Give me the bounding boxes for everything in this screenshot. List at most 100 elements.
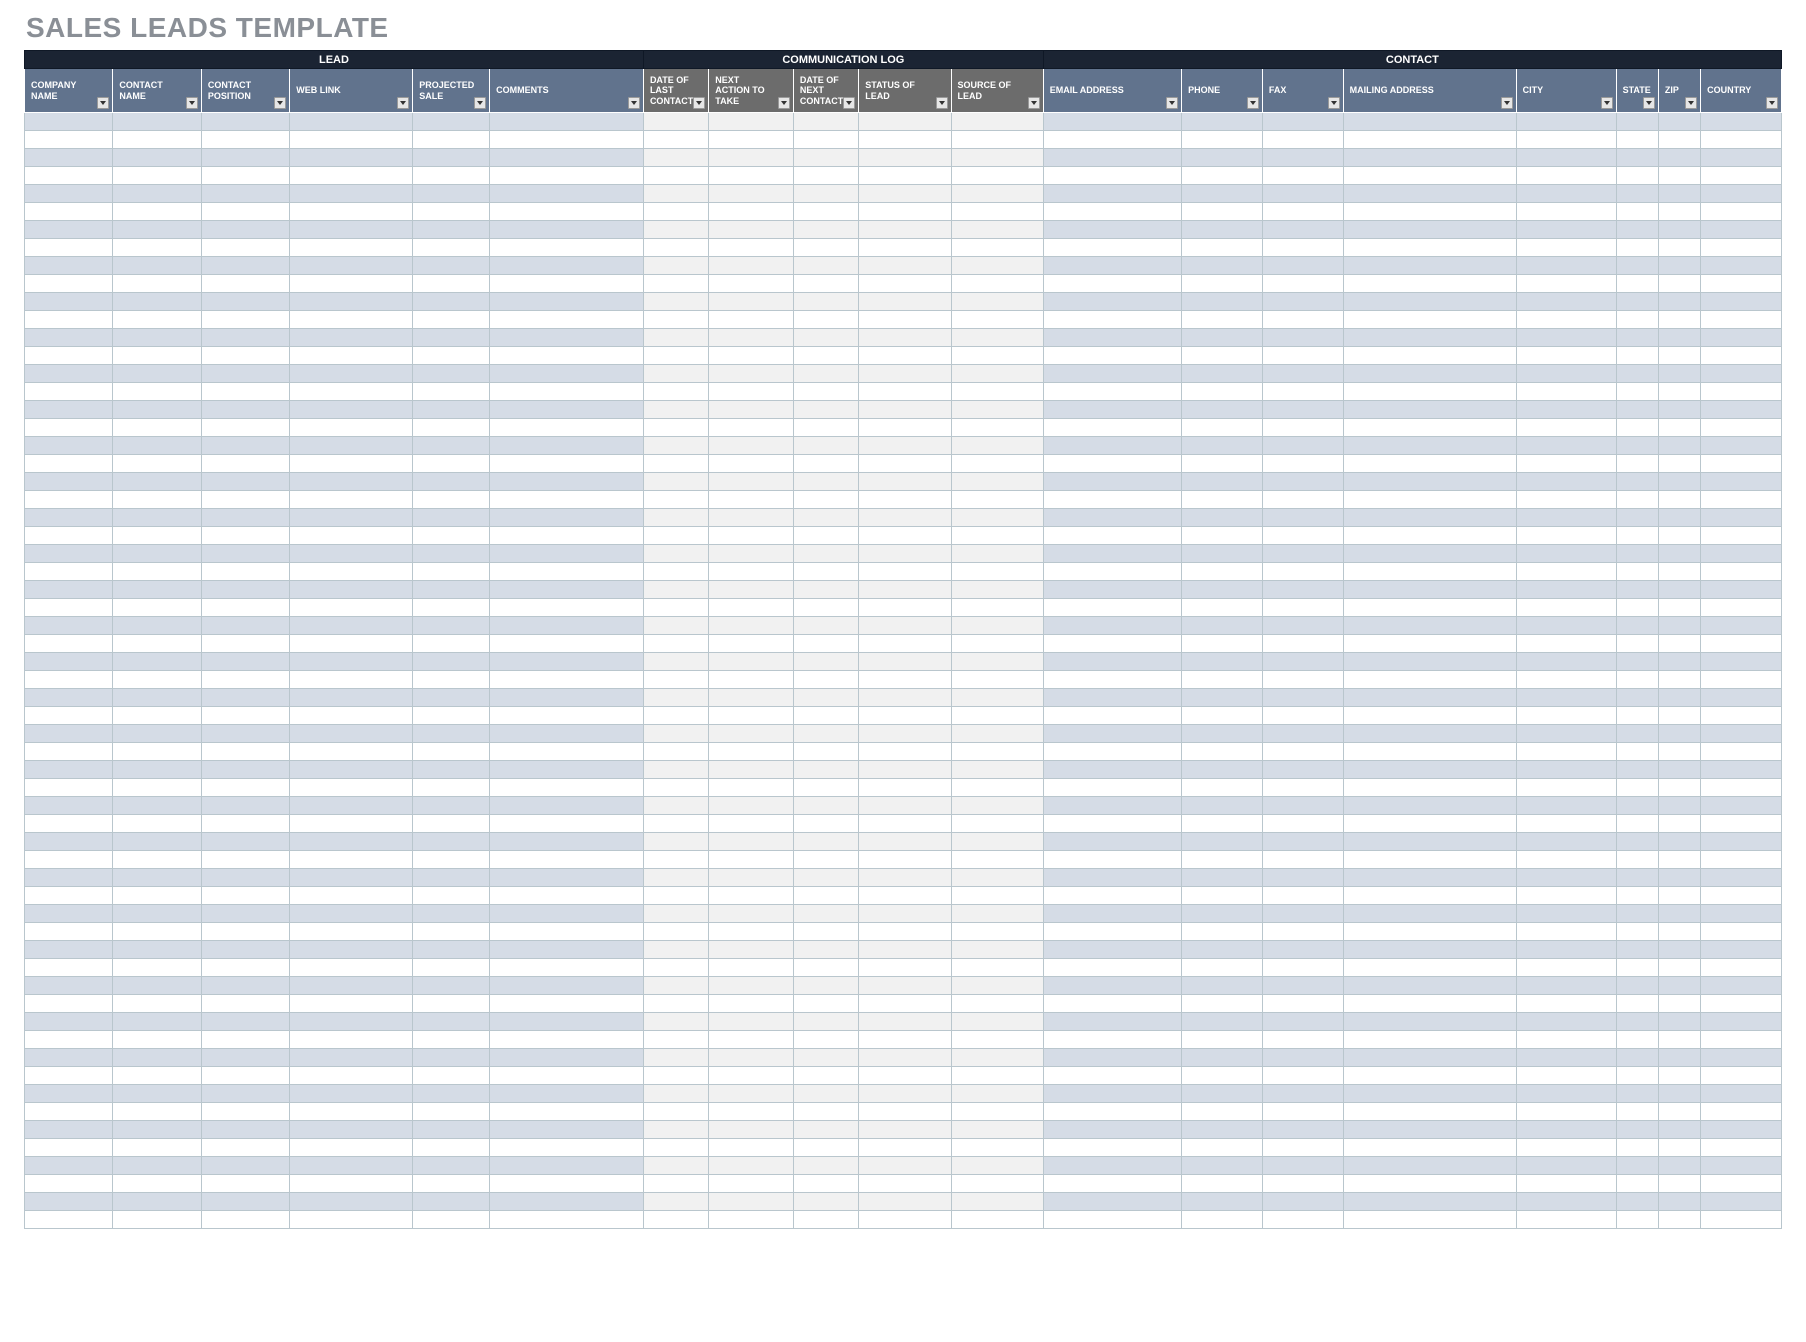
cell-fax[interactable] [1262,1157,1343,1175]
cell-date_next[interactable] [793,743,858,761]
cell-city[interactable] [1516,743,1616,761]
cell-country[interactable] [1701,653,1782,671]
filter-date_next-button[interactable] [843,97,855,109]
cell-company_name[interactable] [25,1067,113,1085]
cell-comments[interactable] [490,311,644,329]
cell-next_action[interactable] [709,293,794,311]
cell-comments[interactable] [490,743,644,761]
cell-web_link[interactable] [290,689,413,707]
cell-phone[interactable] [1182,779,1263,797]
cell-source[interactable] [951,1103,1043,1121]
cell-city[interactable] [1516,635,1616,653]
column-header-fax[interactable]: FAX [1262,69,1343,113]
cell-company_name[interactable] [25,473,113,491]
cell-source[interactable] [951,581,1043,599]
cell-comments[interactable] [490,1103,644,1121]
cell-date_next[interactable] [793,671,858,689]
cell-contact_name[interactable] [113,1031,201,1049]
cell-source[interactable] [951,1175,1043,1193]
cell-status[interactable] [859,869,951,887]
cell-phone[interactable] [1182,941,1263,959]
cell-fax[interactable] [1262,707,1343,725]
cell-date_last[interactable] [643,851,708,869]
cell-status[interactable] [859,1157,951,1175]
cell-status[interactable] [859,509,951,527]
cell-comments[interactable] [490,1031,644,1049]
cell-comments[interactable] [490,455,644,473]
cell-web_link[interactable] [290,185,413,203]
cell-comments[interactable] [490,113,644,131]
cell-projected_sale[interactable] [413,509,490,527]
cell-state[interactable] [1616,1193,1658,1211]
cell-mailing_address[interactable] [1343,491,1516,509]
cell-next_action[interactable] [709,941,794,959]
cell-source[interactable] [951,653,1043,671]
cell-comments[interactable] [490,599,644,617]
cell-company_name[interactable] [25,545,113,563]
cell-state[interactable] [1616,509,1658,527]
cell-state[interactable] [1616,545,1658,563]
cell-contact_name[interactable] [113,1211,201,1229]
cell-status[interactable] [859,545,951,563]
cell-web_link[interactable] [290,1049,413,1067]
cell-contact_position[interactable] [201,257,289,275]
cell-date_next[interactable] [793,779,858,797]
cell-contact_name[interactable] [113,491,201,509]
cell-web_link[interactable] [290,329,413,347]
cell-next_action[interactable] [709,1121,794,1139]
cell-comments[interactable] [490,1067,644,1085]
cell-next_action[interactable] [709,923,794,941]
cell-city[interactable] [1516,239,1616,257]
cell-city[interactable] [1516,905,1616,923]
cell-phone[interactable] [1182,1175,1263,1193]
cell-next_action[interactable] [709,185,794,203]
cell-email[interactable] [1043,779,1181,797]
cell-projected_sale[interactable] [413,995,490,1013]
cell-country[interactable] [1701,185,1782,203]
cell-projected_sale[interactable] [413,743,490,761]
cell-date_last[interactable] [643,977,708,995]
cell-country[interactable] [1701,527,1782,545]
cell-phone[interactable] [1182,959,1263,977]
cell-state[interactable] [1616,275,1658,293]
cell-country[interactable] [1701,581,1782,599]
cell-phone[interactable] [1182,257,1263,275]
cell-state[interactable] [1616,671,1658,689]
cell-projected_sale[interactable] [413,365,490,383]
cell-contact_name[interactable] [113,167,201,185]
cell-state[interactable] [1616,1067,1658,1085]
cell-projected_sale[interactable] [413,131,490,149]
cell-company_name[interactable] [25,329,113,347]
cell-projected_sale[interactable] [413,491,490,509]
cell-contact_name[interactable] [113,869,201,887]
cell-fax[interactable] [1262,1013,1343,1031]
cell-projected_sale[interactable] [413,1067,490,1085]
cell-web_link[interactable] [290,1013,413,1031]
cell-projected_sale[interactable] [413,635,490,653]
cell-contact_name[interactable] [113,545,201,563]
cell-projected_sale[interactable] [413,257,490,275]
cell-city[interactable] [1516,1175,1616,1193]
cell-source[interactable] [951,1085,1043,1103]
cell-projected_sale[interactable] [413,437,490,455]
cell-company_name[interactable] [25,1031,113,1049]
cell-company_name[interactable] [25,167,113,185]
cell-phone[interactable] [1182,221,1263,239]
cell-zip[interactable] [1658,203,1700,221]
cell-mailing_address[interactable] [1343,581,1516,599]
cell-fax[interactable] [1262,167,1343,185]
cell-email[interactable] [1043,131,1181,149]
cell-next_action[interactable] [709,743,794,761]
cell-projected_sale[interactable] [413,707,490,725]
cell-status[interactable] [859,131,951,149]
cell-date_next[interactable] [793,293,858,311]
cell-email[interactable] [1043,329,1181,347]
cell-state[interactable] [1616,617,1658,635]
column-header-projected_sale[interactable]: PROJECTED SALE [413,69,490,113]
cell-city[interactable] [1516,959,1616,977]
cell-source[interactable] [951,365,1043,383]
cell-phone[interactable] [1182,563,1263,581]
cell-email[interactable] [1043,437,1181,455]
cell-zip[interactable] [1658,293,1700,311]
cell-city[interactable] [1516,869,1616,887]
